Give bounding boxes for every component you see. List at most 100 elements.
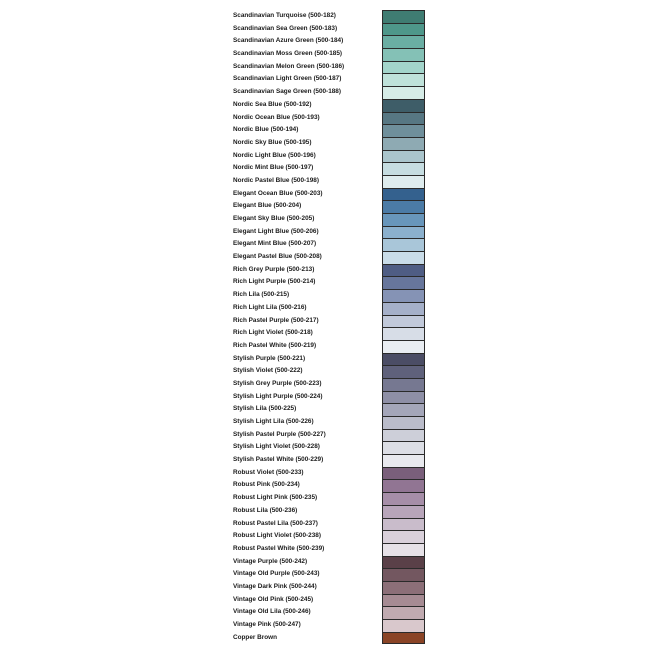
- color-row: Stylish Pastel White (500-229): [0, 454, 650, 467]
- color-name: Elegant Mint Blue (500-207): [233, 240, 317, 248]
- color-row: Stylish Light Purple (500-224): [0, 390, 650, 404]
- color-swatch: [382, 187, 425, 201]
- color-name: Nordic Ocean Blue (500-193): [233, 113, 320, 121]
- color-name: Rich Pastel Purple (500-217): [233, 316, 319, 324]
- color-name: Robust Lila (500-236): [233, 506, 298, 514]
- color-name: Rich Lila (500-215): [233, 291, 290, 299]
- color-name: Vintage Dark Pink (500-244): [233, 582, 317, 590]
- color-row: Stylish Purple (500-221): [0, 352, 650, 366]
- color-swatch: [382, 593, 425, 607]
- color-name: Vintage Old Purple (500-243): [233, 570, 320, 578]
- color-swatch: [382, 35, 425, 49]
- color-swatch: [382, 479, 425, 493]
- color-row: Copper Brown: [0, 631, 650, 645]
- color-swatch: [382, 251, 425, 264]
- color-swatch: [382, 492, 425, 505]
- color-name: Nordic Mint Blue (500-197): [233, 164, 314, 172]
- color-row: Rich Pastel Purple (500-217): [0, 314, 650, 328]
- color-name: Stylish Violet (500-222): [233, 367, 303, 375]
- color-name: Vintage Old Lila (500-246): [233, 608, 311, 616]
- color-name: Rich Light Purple (500-214): [233, 278, 316, 286]
- color-row: Scandinavian Melon Green (500-186): [0, 60, 650, 74]
- color-swatch: [382, 263, 425, 277]
- color-name: Scandinavian Sage Green (500-188): [233, 88, 341, 96]
- color-row: Robust Pastel Lila (500-237): [0, 517, 650, 531]
- color-swatch: [382, 225, 425, 239]
- color-row: Robust Pink (500-234): [0, 479, 650, 493]
- color-row: Nordic Ocean Blue (500-193): [0, 111, 650, 125]
- color-name: Robust Pastel White (500-239): [233, 544, 325, 552]
- color-swatch: [382, 542, 425, 556]
- color-name: Stylish Light Violet (500-228): [233, 443, 320, 451]
- color-name: Robust Light Violet (500-238): [233, 532, 321, 540]
- color-name: Stylish Purple (500-221): [233, 354, 306, 362]
- color-row: Stylish Violet (500-222): [0, 365, 650, 378]
- color-swatch: [382, 124, 425, 137]
- color-row: Vintage Pink (500-247): [0, 619, 650, 632]
- color-row: Nordic Sea Blue (500-192): [0, 98, 650, 112]
- color-swatch: [382, 60, 425, 74]
- color-row: Elegant Sky Blue (500-205): [0, 213, 650, 226]
- color-row: Robust Lila (500-236): [0, 504, 650, 518]
- color-name: Copper Brown: [233, 633, 278, 641]
- color-name: Nordic Light Blue (500-196): [233, 151, 316, 159]
- color-swatch: [382, 136, 425, 150]
- color-name: Elegant Sky Blue (500-205): [233, 215, 315, 222]
- color-swatch: [382, 619, 425, 632]
- color-name: Scandinavian Turquoise (500-182): [233, 12, 336, 19]
- color-row: Rich Pastel White (500-219): [0, 339, 650, 353]
- color-row: Robust Light Pink (500-235): [0, 492, 650, 505]
- color-name: Nordic Blue (500-194): [233, 126, 299, 134]
- color-swatch: [382, 149, 425, 163]
- color-row: Stylish Pastel Purple (500-227): [0, 428, 650, 442]
- color-swatch: [382, 111, 425, 125]
- color-swatch: [382, 73, 425, 87]
- color-name: Vintage Old Pink (500-245): [233, 595, 314, 603]
- color-name: Robust Pink (500-234): [233, 481, 300, 489]
- color-name: Nordic Sea Blue (500-192): [233, 100, 312, 108]
- color-name: Rich Light Lila (500-216): [233, 303, 307, 311]
- color-row: Rich Light Lila (500-216): [0, 301, 650, 315]
- color-swatch: [382, 162, 425, 175]
- color-row: Robust Pastel White (500-239): [0, 542, 650, 556]
- color-swatch: [382, 174, 425, 188]
- color-swatch: [382, 213, 425, 226]
- color-swatch: [382, 238, 425, 252]
- color-row: Nordic Blue (500-194): [0, 124, 650, 137]
- color-swatch: [382, 631, 425, 645]
- color-swatch: [382, 517, 425, 531]
- color-name: Vintage Purple (500-242): [233, 557, 308, 565]
- color-swatch: [382, 352, 425, 366]
- color-name: Rich Light Violet (500-218): [233, 329, 313, 337]
- color-row: Scandinavian Azure Green (500-184): [0, 35, 650, 49]
- color-name: Nordic Sky Blue (500-195): [233, 138, 312, 146]
- color-swatch: [382, 504, 425, 518]
- color-swatch: [382, 530, 425, 543]
- color-swatch: [382, 365, 425, 378]
- color-row: Robust Violet (500-233): [0, 466, 650, 480]
- color-name: Scandinavian Moss Green (500-185): [233, 50, 343, 58]
- color-name: Rich Grey Purple (500-213): [233, 265, 315, 273]
- color-row: Vintage Old Lila (500-246): [0, 606, 650, 619]
- color-row: Nordic Light Blue (500-196): [0, 149, 650, 163]
- color-name: Scandinavian Light Green (500-187): [233, 75, 342, 83]
- color-name: Stylish Pastel White (500-229): [233, 456, 324, 464]
- color-swatch: [382, 86, 425, 99]
- color-swatch: [382, 377, 425, 391]
- color-name: Elegant Light Blue (500-206): [233, 227, 319, 235]
- color-swatch: [382, 314, 425, 328]
- color-row: Scandinavian Moss Green (500-185): [0, 48, 650, 61]
- color-row: Rich Light Purple (500-214): [0, 276, 650, 290]
- color-swatch: [382, 606, 425, 619]
- color-name: Scandinavian Melon Green (500-186): [233, 62, 345, 70]
- color-row: Scandinavian Sage Green (500-188): [0, 86, 650, 99]
- color-swatch: [382, 580, 425, 594]
- color-name: Elegant Ocean Blue (500-203): [233, 189, 323, 197]
- color-name: Nordic Pastel Blue (500-198): [233, 176, 319, 184]
- color-name: Robust Pastel Lila (500-237): [233, 519, 318, 527]
- color-name: Robust Violet (500-233): [233, 468, 304, 476]
- color-row: Stylish Lila (500-225): [0, 403, 650, 416]
- color-chart: Scandinavian Turquoise (500-182) Scandina…: [0, 10, 650, 645]
- color-row: Nordic Mint Blue (500-197): [0, 162, 650, 175]
- color-swatch: [382, 200, 425, 213]
